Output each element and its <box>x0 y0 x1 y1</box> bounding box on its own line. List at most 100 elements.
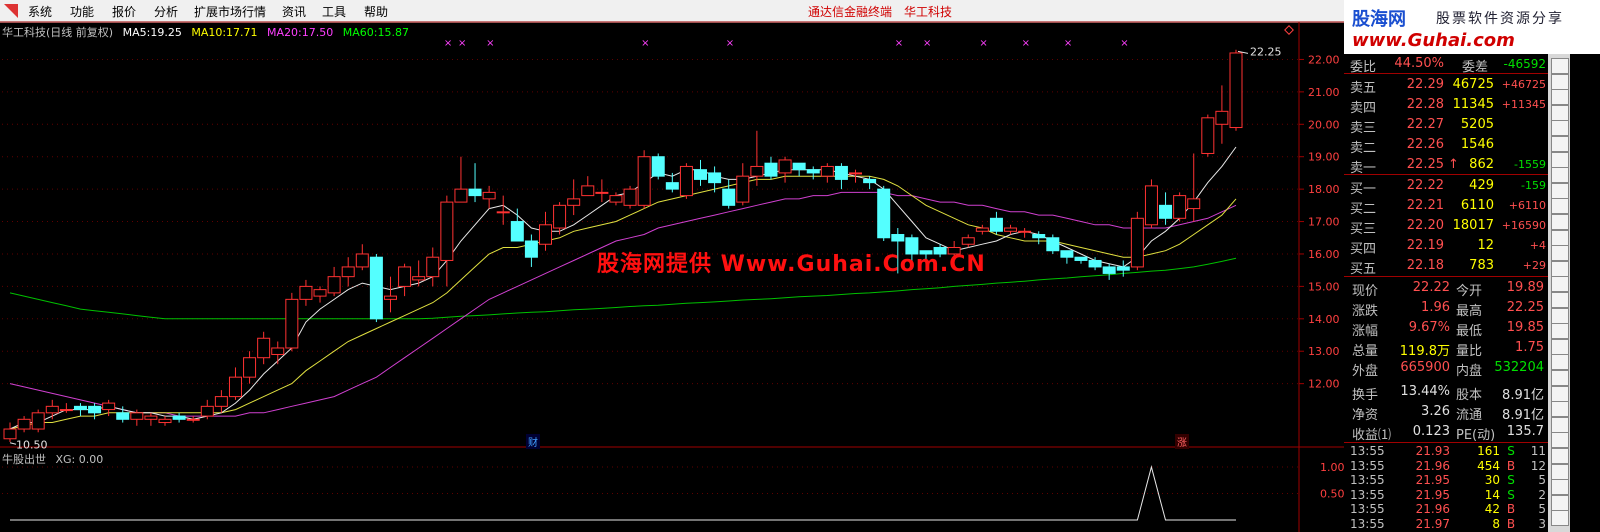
candle-body <box>17 418 31 430</box>
quote-value: 119.8万 <box>1399 344 1450 359</box>
tick-count: 3 <box>1538 517 1546 531</box>
toolbar-button-icon[interactable] <box>1551 73 1569 90</box>
ask-row[interactable]: 卖一 22.25 ↑ 862 -1559 <box>1344 155 1548 176</box>
ask-row[interactable]: 卖二 22.26 1546 <box>1344 135 1548 156</box>
bid-row[interactable]: 买四 22.19 12 +4 <box>1344 236 1548 257</box>
tick-row: 13:55 21.95 30 S 5 <box>1344 473 1548 488</box>
diff-value: -46592 <box>1503 57 1546 71</box>
candle-body <box>257 337 271 359</box>
toolbar-button-icon[interactable] <box>1551 448 1569 464</box>
quote-label: 收益⑴ <box>1352 428 1392 443</box>
price-axis-label: 12.00 <box>1308 378 1340 391</box>
bid-label: 买一 <box>1350 182 1377 197</box>
candle-body <box>764 162 778 177</box>
toolbar-button-icon[interactable] <box>1551 416 1569 433</box>
quote-label: 涨幅 <box>1352 324 1379 339</box>
marker-zhang[interactable]: 涨 <box>1175 434 1189 449</box>
toolbar-button-icon[interactable] <box>1551 370 1569 386</box>
quote-value: 8.91亿 <box>1502 408 1544 423</box>
candle-body <box>1159 204 1173 219</box>
marker-cai[interactable]: 财 <box>526 434 540 449</box>
toolbar-button-icon[interactable] <box>1551 276 1569 293</box>
bid-row[interactable]: 买三 22.20 18017 +16590 <box>1344 216 1548 237</box>
tick-time: 13:55 <box>1350 517 1385 531</box>
candle-body <box>961 237 975 245</box>
tick-price: 21.95 <box>1415 473 1450 488</box>
toolbar-button-icon[interactable] <box>1551 167 1569 184</box>
toolbar-button-icon[interactable] <box>1551 385 1569 402</box>
quote-row: 收益⑴ 0.123 PE(动) 135.7 <box>1344 422 1548 443</box>
candle-body <box>3 428 17 440</box>
toolbar-button-icon[interactable] <box>1551 89 1569 106</box>
bid-row[interactable]: 买五 22.18 783 +29 <box>1344 256 1548 277</box>
toolbar-button-icon[interactable] <box>1551 479 1569 496</box>
tick-volume: 161 <box>1477 444 1500 458</box>
bid-row[interactable]: 买一 22.22 429 -159 <box>1344 176 1548 197</box>
candle-body <box>679 165 693 197</box>
candle-body <box>130 412 144 420</box>
toolbar-button-icon[interactable] <box>1551 120 1569 137</box>
quote-row: 现价 22.22 今开 19.89 <box>1344 278 1548 299</box>
candle-body <box>1130 217 1144 268</box>
candle-body <box>116 412 130 420</box>
candle-body <box>792 162 806 171</box>
candle-body <box>1173 195 1187 219</box>
candle-body <box>1215 110 1229 125</box>
quote-value: 9.67% <box>1408 320 1450 335</box>
toolbar-button-icon[interactable] <box>1551 198 1569 215</box>
bid-change: +29 <box>1522 259 1546 272</box>
signal-marker: × <box>458 38 466 49</box>
toolbar-button-icon[interactable] <box>1551 245 1569 262</box>
toolbar-button-icon[interactable] <box>1551 151 1569 168</box>
ask-row[interactable]: 卖四 22.28 11345 +11345 <box>1344 95 1548 116</box>
quote-label: 外盘 <box>1352 364 1379 379</box>
candle-body <box>496 211 510 214</box>
ask-volume: 5205 <box>1460 117 1494 132</box>
tick-row: 13:55 21.96 42 B 5 <box>1344 502 1548 517</box>
xg-value: 0.00 <box>78 453 104 466</box>
quote-value: 665900 <box>1400 360 1450 375</box>
toolbar-button-icon[interactable] <box>1551 136 1569 152</box>
toolbar-button-icon[interactable] <box>1551 182 1569 199</box>
toolbar-button-icon[interactable] <box>1551 260 1569 277</box>
candle-body <box>538 224 552 245</box>
toolbar-button-icon[interactable] <box>1551 292 1569 308</box>
ask-row[interactable]: 卖三 22.27 5205 <box>1344 115 1548 136</box>
toolbar-button-icon[interactable] <box>1551 307 1569 324</box>
toolbar-button-icon[interactable] <box>1551 323 1569 340</box>
ask-change: -1559 <box>1514 158 1546 171</box>
toolbar-button-icon[interactable] <box>1551 463 1569 480</box>
toolbar-button-icon[interactable] <box>1551 401 1569 418</box>
toolbar-button-icon[interactable] <box>1551 432 1569 449</box>
price-axis-label: 20.00 <box>1308 118 1340 131</box>
candle-body <box>750 165 764 177</box>
toolbar-button-icon[interactable] <box>1551 494 1569 511</box>
tick-time: 13:55 <box>1350 502 1385 517</box>
toolbar-button-icon[interactable] <box>1551 58 1569 74</box>
indicator-legend: 牛股出世 XG: 0.00 <box>2 451 103 467</box>
candle-body <box>1144 185 1158 226</box>
price-axis-label: 13.00 <box>1308 345 1340 358</box>
bid-row[interactable]: 买二 22.21 6110 +6110 <box>1344 196 1548 217</box>
bid-label: 买二 <box>1350 202 1377 217</box>
quote-value: 135.7 <box>1506 424 1544 439</box>
toolbar-button-icon[interactable] <box>1551 104 1569 121</box>
order-ratio-row: 委比 44.50% 委差 -46592 <box>1344 54 1548 75</box>
ask-row[interactable]: 卖五 22.29 46725 +46725 <box>1344 75 1548 96</box>
candle-body <box>609 195 623 203</box>
toolbar-button-icon[interactable] <box>1551 214 1569 230</box>
quote-value: 19.85 <box>1506 320 1544 335</box>
signal-marker: × <box>923 38 931 49</box>
toolbar-button-icon[interactable] <box>1551 229 1569 246</box>
chart-title: 华工科技(日线 前复权) <box>2 26 114 39</box>
ma20-legend: MA20:17.50 <box>267 26 334 39</box>
tick-price: 21.97 <box>1415 517 1450 531</box>
quote-value: 1.96 <box>1421 300 1450 315</box>
candle-body <box>863 178 877 184</box>
tick-price: 21.96 <box>1415 502 1450 517</box>
toolbar-button-icon[interactable] <box>1551 354 1569 371</box>
candle-body <box>1074 256 1088 261</box>
toolbar-button-icon[interactable] <box>1551 338 1569 355</box>
candle-body <box>186 418 200 421</box>
toolbar-button-icon[interactable] <box>1551 510 1569 527</box>
